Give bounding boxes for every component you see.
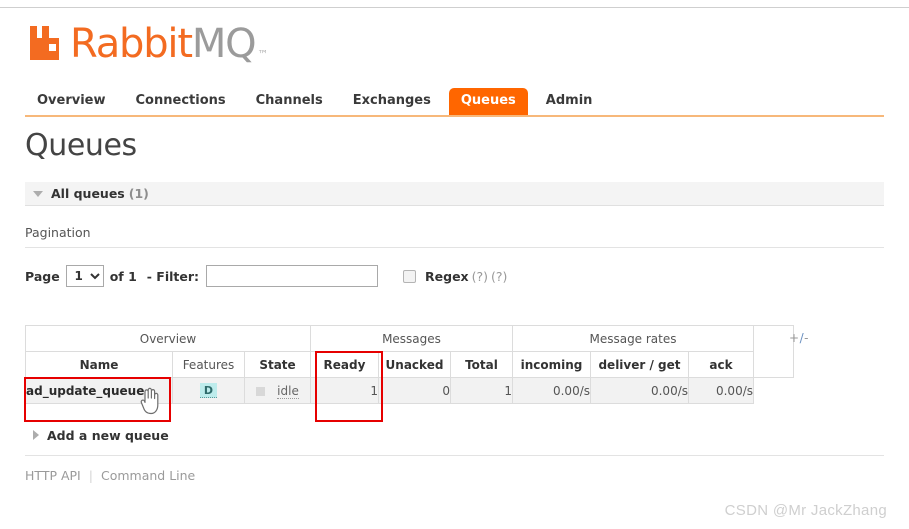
cell-total: 1 — [450, 377, 513, 404]
regex-help-link-2[interactable]: (?) — [491, 269, 507, 284]
cell-queue-name[interactable]: ad_update_queue — [25, 377, 173, 404]
column-header-total[interactable]: Total — [450, 351, 513, 378]
logo-trademark-symbol: ™ — [257, 48, 269, 61]
pagination-divider — [25, 247, 884, 248]
group-header-row: Overview Messages Message rates — [25, 325, 794, 378]
group-header-messages: Messages — [310, 325, 513, 352]
nav-item-overview[interactable]: Overview — [25, 88, 118, 115]
nav-link-queues[interactable]: Queues — [448, 88, 528, 115]
all-queues-label: All queues — [51, 186, 125, 201]
nav-link-connections[interactable]: Connections — [124, 88, 238, 115]
http-api-link[interactable]: HTTP API — [25, 468, 81, 483]
logo-text-rabbit: Rabbit — [70, 21, 193, 67]
column-header-deliver-get[interactable]: deliver / get — [590, 351, 689, 378]
table-row[interactable]: ad_update_queue D idle 1 0 1 0.00/s 0.00… — [25, 377, 794, 404]
column-header-name[interactable]: Name — [25, 351, 173, 378]
cell-ack: 0.00/s — [688, 377, 754, 404]
footer-links: HTTP API | Command Line — [25, 468, 195, 483]
cell-unacked: 0 — [378, 377, 451, 404]
column-header-row: Name Features State Ready Unacked Total … — [25, 351, 794, 378]
durable-badge[interactable]: D — [199, 383, 218, 398]
nav-list: Overview Connections Channels Exchanges … — [25, 86, 884, 115]
state-label[interactable]: idle — [277, 383, 299, 399]
page-number-select[interactable]: 1 — [65, 265, 104, 287]
state-indicator-icon — [256, 386, 266, 396]
column-toggle-button[interactable]: +/- — [789, 331, 809, 345]
nav-item-connections[interactable]: Connections — [124, 88, 238, 115]
nav-item-queues[interactable]: Queues — [448, 88, 528, 115]
queue-name-link[interactable]: ad_update_queue — [26, 384, 144, 398]
filter-input[interactable] — [206, 265, 379, 287]
cell-deliver-get: 0.00/s — [590, 377, 689, 404]
cell-ready: 1 — [310, 377, 379, 404]
nav-link-admin[interactable]: Admin — [534, 88, 605, 115]
regex-help-link-1[interactable]: (?) — [472, 269, 488, 284]
chevron-down-icon — [33, 190, 43, 197]
regex-label: Regex — [425, 268, 469, 284]
all-queues-section-header[interactable]: All queues (1) — [25, 182, 884, 206]
pagination-controls: Page 1 of 1 - Filter: Regex (?) (?) — [25, 265, 507, 287]
page-container: Rabbit MQ ™ Overview Connections Channel… — [0, 0, 909, 529]
cell-incoming: 0.00/s — [512, 377, 591, 404]
queues-table-head: Overview Messages Message rates Name Fea… — [25, 325, 794, 378]
rabbit-logo-icon — [30, 26, 59, 60]
chevron-right-icon — [33, 430, 39, 440]
nav-item-channels[interactable]: Channels — [244, 88, 335, 115]
group-header-overview: Overview — [25, 325, 311, 352]
add-new-queue-label: Add a new queue — [47, 427, 169, 443]
column-toggle-spacer — [753, 325, 794, 378]
nav-link-overview[interactable]: Overview — [25, 88, 118, 115]
regex-checkbox[interactable] — [403, 269, 417, 283]
pagination-label: Pagination — [25, 225, 91, 240]
plus-icon[interactable]: + — [789, 331, 800, 345]
add-new-queue-section[interactable]: Add a new queue — [25, 424, 884, 446]
column-header-unacked[interactable]: Unacked — [378, 351, 451, 378]
footer-divider — [25, 455, 884, 456]
cell-state: idle — [244, 377, 311, 404]
column-header-features: Features — [172, 351, 245, 378]
all-queues-count: (1) — [128, 186, 149, 201]
nav-link-channels[interactable]: Channels — [244, 88, 335, 115]
logo-text-mq: MQ — [191, 21, 257, 67]
nav-item-exchanges[interactable]: Exchanges — [341, 88, 443, 115]
nav-item-admin[interactable]: Admin — [534, 88, 605, 115]
csdn-watermark: CSDN @Mr JackZhang — [724, 502, 887, 519]
main-navigation: Overview Connections Channels Exchanges … — [25, 86, 884, 117]
column-header-state[interactable]: State — [244, 351, 311, 378]
column-header-ack[interactable]: ack — [688, 351, 754, 378]
command-line-link[interactable]: Command Line — [101, 468, 195, 483]
filter-label: - Filter: — [146, 268, 200, 284]
column-header-incoming[interactable]: incoming — [512, 351, 591, 378]
nav-link-exchanges[interactable]: Exchanges — [341, 88, 443, 115]
page-word-label: Page — [25, 268, 60, 284]
minus-icon[interactable]: - — [804, 331, 809, 345]
page-title: Queues — [25, 128, 137, 163]
queues-table: Overview Messages Message rates Name Fea… — [25, 325, 794, 404]
group-header-message-rates: Message rates — [512, 325, 754, 352]
column-header-ready[interactable]: Ready — [310, 351, 379, 378]
footer-separator: | — [88, 468, 93, 483]
rabbitmq-logo[interactable]: Rabbit MQ ™ — [25, 18, 268, 64]
cell-features: D — [172, 377, 245, 404]
queues-table-body: ad_update_queue D idle 1 0 1 0.00/s 0.00… — [25, 377, 794, 404]
page-total-label: of 1 — [109, 268, 137, 284]
